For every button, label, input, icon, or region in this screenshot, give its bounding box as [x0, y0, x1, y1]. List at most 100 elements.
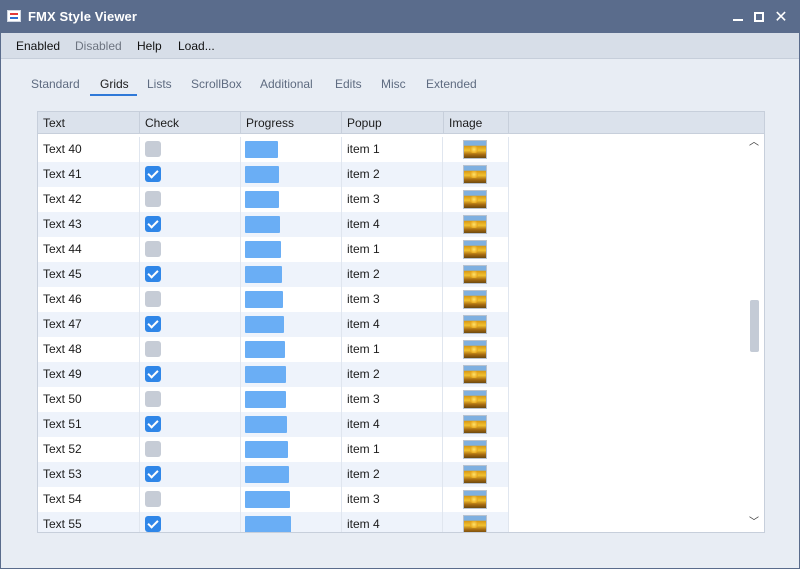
row-checkbox[interactable] — [145, 391, 161, 407]
tab-misc[interactable]: Misc — [381, 77, 406, 91]
row-checkbox[interactable] — [145, 191, 161, 207]
cell-text[interactable]: Text 41 — [38, 162, 140, 187]
tab-extended[interactable]: Extended — [426, 77, 477, 91]
table-row[interactable]: Text 45 item 2 — [38, 262, 509, 287]
row-checkbox[interactable] — [145, 416, 161, 432]
column-header-text[interactable]: Text — [38, 112, 140, 134]
row-checkbox[interactable] — [145, 241, 161, 257]
scroll-up-icon[interactable]: ︿ — [748, 137, 760, 149]
cell-popup[interactable]: item 3 — [342, 387, 443, 412]
table-row[interactable]: Text 53 item 2 — [38, 462, 509, 487]
table-row[interactable]: Text 40 item 1 — [38, 137, 509, 162]
cell-text[interactable]: Text 53 — [38, 462, 140, 487]
row-checkbox[interactable] — [145, 516, 161, 532]
menu-disabled[interactable]: Disabled — [75, 39, 122, 53]
menu-enabled[interactable]: Enabled — [16, 39, 60, 53]
table-row[interactable]: Text 43 item 4 — [38, 212, 509, 237]
cell-popup[interactable]: item 2 — [342, 262, 443, 287]
table-row[interactable]: Text 47 item 4 — [38, 312, 509, 337]
cell-popup[interactable]: item 3 — [342, 487, 443, 512]
cell-text[interactable]: Text 43 — [38, 212, 140, 237]
tab-additional[interactable]: Additional — [260, 77, 313, 91]
data-grid[interactable]: Text Check Progress Popup Image Text 40 i… — [37, 111, 765, 533]
cell-text[interactable]: Text 46 — [38, 287, 140, 312]
tab-edits[interactable]: Edits — [335, 77, 362, 91]
column-header-image[interactable]: Image — [444, 112, 509, 134]
tab-scrollbox[interactable]: ScrollBox — [191, 77, 242, 91]
minimize-button[interactable] — [729, 8, 747, 26]
cell-popup[interactable]: item 4 — [342, 412, 443, 437]
title-bar[interactable]: FMX Style Viewer ✕ — [1, 1, 799, 33]
cell-popup[interactable]: item 3 — [342, 287, 443, 312]
vertical-scrollbar[interactable]: ︿ ﹀ — [744, 134, 764, 532]
maximize-button[interactable] — [750, 8, 768, 26]
cell-text[interactable]: Text 40 — [38, 137, 140, 162]
cell-text[interactable]: Text 48 — [38, 337, 140, 362]
scroll-down-icon[interactable]: ﹀ — [748, 517, 760, 529]
table-row[interactable]: Text 41 item 2 — [38, 162, 509, 187]
row-checkbox[interactable] — [145, 441, 161, 457]
cell-popup[interactable]: item 1 — [342, 337, 443, 362]
row-checkbox[interactable] — [145, 291, 161, 307]
column-header-progress[interactable]: Progress — [241, 112, 342, 134]
row-checkbox[interactable] — [145, 216, 161, 232]
progress-bar — [245, 316, 335, 333]
cell-popup[interactable]: item 4 — [342, 512, 443, 532]
cell-text[interactable]: Text 44 — [38, 237, 140, 262]
table-row[interactable]: Text 46 item 3 — [38, 287, 509, 312]
cell-popup[interactable]: item 1 — [342, 237, 443, 262]
cell-popup[interactable]: item 1 — [342, 437, 443, 462]
table-row[interactable]: Text 55 item 4 — [38, 512, 509, 532]
cell-text[interactable]: Text 55 — [38, 512, 140, 532]
cell-text[interactable]: Text 52 — [38, 437, 140, 462]
cell-popup[interactable]: item 4 — [342, 212, 443, 237]
row-checkbox[interactable] — [145, 366, 161, 382]
progress-bar — [245, 516, 335, 532]
cell-text[interactable]: Text 49 — [38, 362, 140, 387]
cell-popup[interactable]: item 2 — [342, 162, 443, 187]
cell-popup[interactable]: item 3 — [342, 187, 443, 212]
flower-image-icon — [463, 165, 487, 184]
close-button[interactable]: ✕ — [772, 8, 790, 26]
table-row[interactable]: Text 42 item 3 — [38, 187, 509, 212]
cell-popup[interactable]: item 1 — [342, 137, 443, 162]
row-checkbox[interactable] — [145, 466, 161, 482]
close-icon: ✕ — [774, 9, 788, 26]
cell-text[interactable]: Text 51 — [38, 412, 140, 437]
column-header-check[interactable]: Check — [140, 112, 241, 134]
cell-popup[interactable]: item 4 — [342, 312, 443, 337]
progress-fill — [245, 416, 288, 433]
table-row[interactable]: Text 52 item 1 — [38, 437, 509, 462]
row-checkbox[interactable] — [145, 316, 161, 332]
row-checkbox[interactable] — [145, 141, 161, 157]
table-row[interactable]: Text 50 item 3 — [38, 387, 509, 412]
cell-text[interactable]: Text 42 — [38, 187, 140, 212]
cell-text[interactable]: Text 54 — [38, 487, 140, 512]
row-checkbox[interactable] — [145, 341, 161, 357]
menu-load[interactable]: Load... — [178, 39, 215, 53]
table-row[interactable]: Text 49 item 2 — [38, 362, 509, 387]
table-row[interactable]: Text 51 item 4 — [38, 412, 509, 437]
tab-standard[interactable]: Standard — [31, 77, 80, 91]
cell-image — [443, 412, 509, 437]
row-checkbox[interactable] — [145, 166, 161, 182]
cell-popup[interactable]: item 2 — [342, 362, 443, 387]
menu-help[interactable]: Help — [137, 39, 162, 53]
cell-text[interactable]: Text 50 — [38, 387, 140, 412]
cell-text[interactable]: Text 47 — [38, 312, 140, 337]
flower-image-icon — [463, 140, 487, 159]
row-checkbox[interactable] — [145, 491, 161, 507]
menu-bar: Enabled Disabled Help Load... — [1, 33, 799, 59]
tab-grids[interactable]: Grids — [100, 77, 129, 91]
cell-text[interactable]: Text 45 — [38, 262, 140, 287]
table-row[interactable]: Text 54 item 3 — [38, 487, 509, 512]
cell-popup[interactable]: item 2 — [342, 462, 443, 487]
scroll-thumb[interactable] — [750, 300, 759, 352]
row-checkbox[interactable] — [145, 266, 161, 282]
table-row[interactable]: Text 44 item 1 — [38, 237, 509, 262]
table-row[interactable]: Text 48 item 1 — [38, 337, 509, 362]
cell-check — [140, 312, 241, 337]
flower-image-icon — [463, 240, 487, 259]
column-header-popup[interactable]: Popup — [342, 112, 444, 134]
tab-lists[interactable]: Lists — [147, 77, 172, 91]
